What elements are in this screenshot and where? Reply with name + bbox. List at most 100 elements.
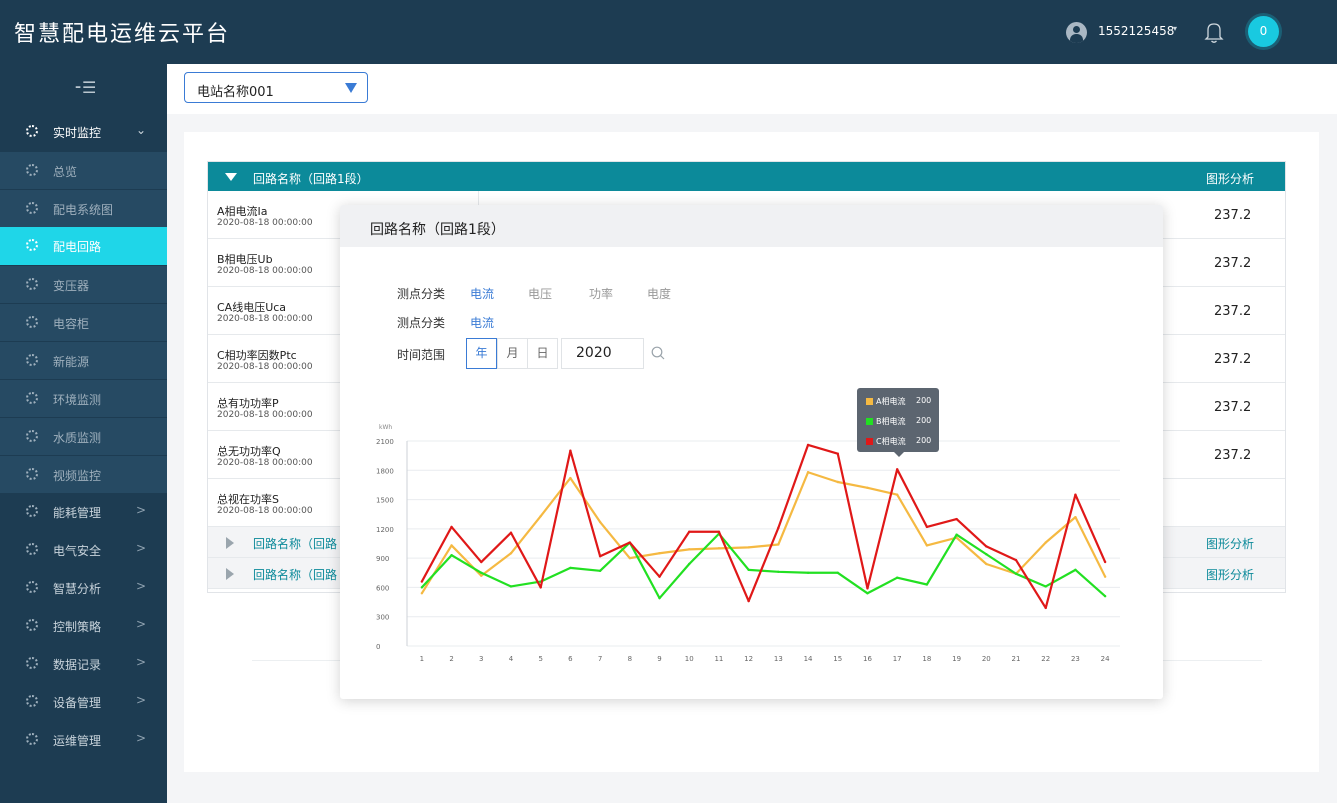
data-point xyxy=(777,543,780,546)
sidebar-item-control-strategy[interactable]: 控制策略 > xyxy=(0,607,167,645)
user-avatar-icon[interactable] xyxy=(1066,22,1087,43)
expand-triangle-icon[interactable] xyxy=(226,537,234,549)
data-point xyxy=(658,596,661,600)
filter-option-voltage[interactable]: 电压 xyxy=(528,285,552,302)
data-point xyxy=(658,552,661,555)
sidebar-item-capacitor[interactable]: 电容柜 xyxy=(0,303,167,341)
chevron-right-icon: > xyxy=(136,579,147,593)
circuit-name: 回路名称（回路 xyxy=(253,568,338,582)
search-icon[interactable] xyxy=(651,346,665,360)
segment-day[interactable]: 日 xyxy=(527,338,558,369)
x-tick-label: 8 xyxy=(628,655,632,663)
gear-icon xyxy=(26,392,38,404)
data-point xyxy=(1103,575,1107,578)
gear-icon xyxy=(26,316,38,328)
gear-icon xyxy=(26,581,38,593)
sidebar-item-circuit[interactable]: 配电回路 xyxy=(0,227,167,265)
sidebar-item-label: 电气安全 xyxy=(53,544,102,558)
legend-swatch xyxy=(866,418,873,425)
metric-value: 237.2 xyxy=(1214,208,1252,223)
metric-name: CA线电压Uca xyxy=(217,301,287,314)
metric-time: 2020-08-18 00:00:00 xyxy=(217,362,313,372)
data-point xyxy=(866,587,869,590)
data-point xyxy=(985,545,988,548)
sidebar-item-transformer[interactable]: 变压器 xyxy=(0,265,167,303)
circuit-name: 回路名称（回路 xyxy=(253,537,338,551)
filter-option-energy[interactable]: 电度 xyxy=(647,285,671,302)
filter-label: 测点分类 xyxy=(397,287,446,301)
series-line-1 xyxy=(420,471,1107,594)
sidebar-item-smart-analysis[interactable]: 智慧分析 > xyxy=(0,569,167,607)
data-point xyxy=(539,514,542,518)
metric-name: 总有功功率P xyxy=(217,397,279,410)
graph-analysis-link[interactable]: 图形分析 xyxy=(1206,566,1254,583)
sidebar-item-operations[interactable]: 运维管理 > xyxy=(0,721,167,759)
graph-analysis-link[interactable]: 图形分析 xyxy=(1206,535,1254,552)
gear-icon xyxy=(26,468,38,480)
segment-year[interactable]: 年 xyxy=(466,338,497,369)
gear-icon xyxy=(26,354,38,366)
sidebar-item-video[interactable]: 视频监控 xyxy=(0,455,167,493)
x-tick-label: 11 xyxy=(714,655,723,663)
circuit-name: 回路名称（回路1段） xyxy=(253,172,369,186)
data-point xyxy=(955,517,958,521)
filter-selected-value[interactable]: 电流 xyxy=(470,314,494,331)
tooltip-value: 200 xyxy=(916,396,932,405)
message-count-badge[interactable]: 0 xyxy=(1248,16,1279,47)
sidebar-item-environment[interactable]: 环境监测 xyxy=(0,379,167,417)
chevron-down-icon: ⌄ xyxy=(136,123,147,137)
year-input[interactable]: 2020 xyxy=(561,338,644,369)
sidebar-item-label: 环境监测 xyxy=(53,393,102,407)
sidebar-item-label: 能耗管理 xyxy=(53,506,102,520)
sidebar-item-water-quality[interactable]: 水质监测 xyxy=(0,417,167,455)
x-tick-label: 14 xyxy=(804,655,813,663)
sidebar-item-device-management[interactable]: 设备管理 > xyxy=(0,683,167,721)
data-point xyxy=(747,568,750,572)
sidebar-item-overview[interactable]: 总览 xyxy=(0,151,167,189)
sidebar-item-energy[interactable]: 能耗管理 > xyxy=(0,493,167,531)
segment-month[interactable]: 月 xyxy=(497,338,528,369)
filter-option-power[interactable]: 功率 xyxy=(589,285,613,302)
legend-swatch xyxy=(866,398,873,405)
station-select[interactable]: 电站名称001 xyxy=(184,72,368,103)
sidebar-item-label: 视频监控 xyxy=(53,469,102,483)
station-select-value: 电站名称001 xyxy=(197,85,274,100)
menu-collapse-icon[interactable]: ⁃☰ xyxy=(74,78,96,97)
y-tick-label: 1500 xyxy=(376,497,394,505)
metric-value: 237.2 xyxy=(1214,256,1252,271)
user-menu-caret-icon[interactable]: ▾ xyxy=(1173,24,1177,33)
sidebar-group-realtime-monitor[interactable]: 实时监控 ⌄ xyxy=(0,113,167,151)
chart-tooltip: A相电流 200 B相电流 200 C相电流 200 xyxy=(857,388,939,452)
data-point xyxy=(836,480,839,484)
data-point xyxy=(895,576,899,579)
metric-time: 2020-08-18 00:00:00 xyxy=(217,410,313,420)
user-name[interactable]: 1552125458 xyxy=(1098,24,1174,38)
x-tick-label: 7 xyxy=(598,655,602,663)
sidebar-item-data-records[interactable]: 数据记录 > xyxy=(0,645,167,683)
notification-bell-icon[interactable] xyxy=(1200,18,1228,46)
sidebar-item-system-diagram[interactable]: 配电系统图 xyxy=(0,189,167,227)
data-point xyxy=(688,548,691,551)
expand-triangle-icon[interactable] xyxy=(225,173,237,181)
x-tick-label: 22 xyxy=(1041,655,1050,663)
data-point xyxy=(806,571,810,574)
tooltip-row: A相电流 200 xyxy=(866,396,931,408)
sidebar-item-label: 电容柜 xyxy=(53,317,90,331)
modal-header: 回路名称（回路1段） xyxy=(340,205,1163,247)
expand-triangle-icon[interactable] xyxy=(226,568,234,580)
data-point xyxy=(420,586,424,589)
sidebar-item-new-energy[interactable]: 新能源 xyxy=(0,341,167,379)
tooltip-series-name: C相电流 xyxy=(876,437,906,446)
tooltip-series-name: A相电流 xyxy=(876,397,906,406)
metric-name: 总视在功率S xyxy=(217,493,279,506)
data-point xyxy=(480,571,483,574)
circuit-header[interactable]: 回路名称（回路1段） 图形分析 xyxy=(208,162,1285,191)
sidebar-item-electrical-safety[interactable]: 电气安全 > xyxy=(0,531,167,569)
graph-analysis-link[interactable]: 图形分析 xyxy=(1206,170,1254,187)
data-point xyxy=(420,592,424,595)
filter-option-current[interactable]: 电流 xyxy=(470,285,494,302)
data-point xyxy=(450,554,453,557)
x-tick-label: 21 xyxy=(1012,655,1021,663)
data-point xyxy=(985,553,988,556)
tooltip-pointer xyxy=(894,452,904,457)
